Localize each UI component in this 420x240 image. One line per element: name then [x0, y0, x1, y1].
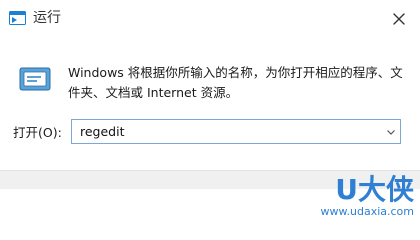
window-title: 运行 [33, 10, 61, 26]
watermark-url: www.udaxia.com [321, 205, 414, 218]
chevron-down-icon[interactable] [385, 126, 397, 138]
dialog-content: Windows 将根据你所输入的名称，为你打开相应的程序、文件夹、文档或 Int… [5, 40, 411, 165]
open-label: 打开(O): [13, 125, 62, 140]
command-combobox[interactable] [71, 119, 401, 144]
title-bar: 运行 [0, 0, 420, 36]
run-title-icon [9, 11, 26, 25]
watermark-brand: U大侠 [335, 173, 414, 206]
close-icon[interactable] [388, 8, 410, 30]
udaxia-watermark-logo: U大侠 www.udaxia.com [321, 173, 414, 218]
run-app-icon [19, 67, 51, 91]
dialog-description: Windows 将根据你所输入的名称，为你打开相应的程序、文件夹、文档或 Int… [68, 65, 403, 100]
run-dialog: 运行 Windows 将根据你所输入的名称，为你打开相应的程序、文件夹、文档或 … [0, 0, 420, 189]
command-input[interactable] [72, 120, 372, 143]
